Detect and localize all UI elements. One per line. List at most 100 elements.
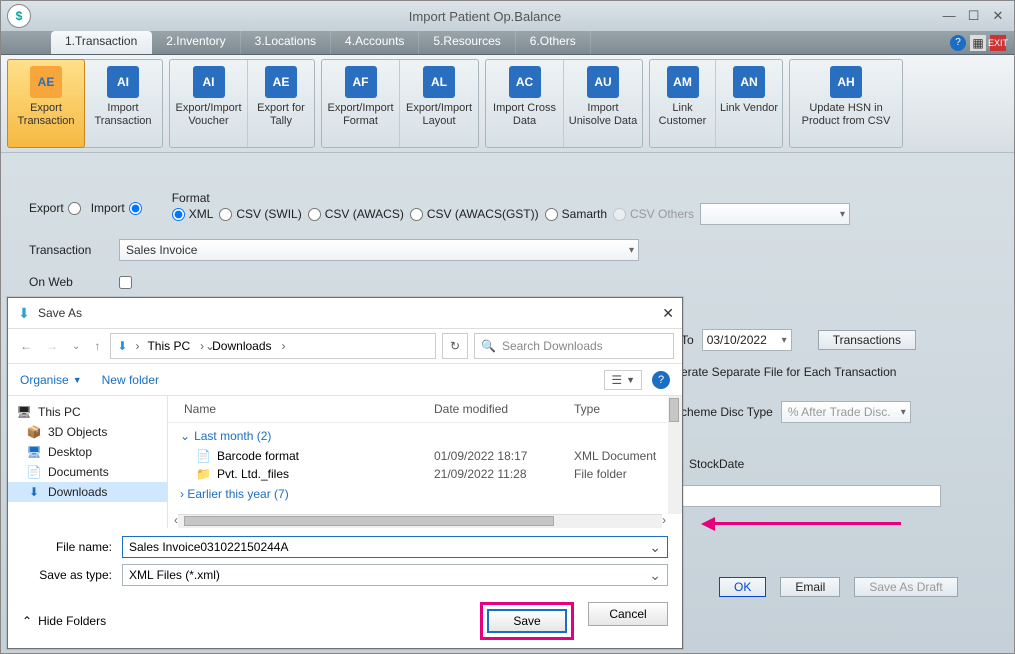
scheme-type-select[interactable]: % After Trade Disc. bbox=[781, 401, 911, 423]
format-samarth-radio[interactable]: Samarth bbox=[545, 207, 607, 221]
organise-menu[interactable]: Organise▼ bbox=[20, 373, 82, 387]
hide-folders-button[interactable]: ⌃Hide Folders bbox=[22, 614, 106, 628]
maximize-button[interactable]: ☐ bbox=[964, 8, 984, 24]
dialog-title: Save As bbox=[38, 306, 82, 320]
dialog-body: 🖥This PC 📦3D Objects 🖥Desktop 📄Documents… bbox=[8, 396, 682, 528]
savetype-select[interactable]: XML Files (*.xml) bbox=[122, 564, 668, 586]
breadcrumb-expand[interactable]: ⌄ bbox=[205, 339, 215, 353]
to-date-input[interactable]: 03/10/2022 bbox=[702, 329, 792, 351]
format-csv-awacs-radio[interactable]: CSV (AWACS) bbox=[308, 207, 404, 221]
link-vendor-button[interactable]: ANLink Vendor bbox=[716, 60, 782, 147]
onweb-checkbox[interactable] bbox=[119, 276, 132, 289]
ribbon-icon: AI bbox=[193, 66, 225, 98]
breadcrumb[interactable]: ⬇ › This PC Downloads ⌄ bbox=[110, 333, 436, 359]
list-item[interactable]: 📁Pvt. Ltd._files 21/09/2022 11:28 File f… bbox=[168, 465, 682, 483]
transaction-select[interactable]: Sales Invoice bbox=[119, 239, 639, 261]
save-as-dialog: ⬇ Save As ✕ ← → ⌄ ↑ ⬇ › This PC Download… bbox=[7, 297, 683, 649]
tree-3d-objects[interactable]: 📦3D Objects bbox=[8, 422, 167, 442]
update-hsn-button[interactable]: AHUpdate HSN in Product from CSV bbox=[790, 60, 902, 147]
view-options-button[interactable]: ☰ ▼ bbox=[604, 370, 642, 390]
tab-transaction[interactable]: 1.Transaction bbox=[51, 31, 152, 54]
format-csv-swil-radio[interactable]: CSV (SWIL) bbox=[219, 207, 301, 221]
v-scrollbar[interactable] bbox=[668, 396, 682, 514]
export-transaction-button[interactable]: AEExport Transaction bbox=[7, 59, 85, 148]
window-title: Import Patient Op.Balance bbox=[31, 9, 939, 24]
back-button[interactable]: ← bbox=[16, 335, 36, 357]
export-import-layout-button[interactable]: ALExport/Import Layout bbox=[400, 60, 478, 147]
import-radio[interactable]: Import bbox=[91, 201, 142, 215]
ribbon-group-1: AEExport Transaction AIImport Transactio… bbox=[7, 59, 163, 148]
ribbon-group-4: ACImport Cross Data AUImport Unisolve Da… bbox=[485, 59, 643, 148]
export-for-tally-button[interactable]: AEExport for Tally bbox=[248, 60, 314, 147]
col-type[interactable]: Type bbox=[574, 402, 682, 416]
recent-dropdown[interactable]: ⌄ bbox=[68, 337, 84, 356]
save-icon: ⬇ bbox=[16, 305, 32, 321]
ok-button[interactable]: OK bbox=[719, 577, 766, 597]
exit-icon[interactable]: EXIT bbox=[990, 35, 1006, 51]
tab-others[interactable]: 6.Others bbox=[516, 31, 591, 54]
desktop-icon: 🖥 bbox=[26, 445, 42, 459]
close-button[interactable]: ✕ bbox=[988, 8, 1008, 24]
refresh-button[interactable]: ↻ bbox=[442, 333, 468, 359]
email-button[interactable]: Email bbox=[780, 577, 840, 597]
dialog-fields: File name: Sales Invoice031022150244A Sa… bbox=[8, 528, 682, 596]
dialog-help-icon[interactable]: ? bbox=[652, 371, 670, 389]
export-import-voucher-button[interactable]: AIExport/Import Voucher bbox=[170, 60, 248, 147]
cancel-button[interactable]: Cancel bbox=[588, 602, 668, 626]
filename-input[interactable]: Sales Invoice031022150244A bbox=[122, 536, 668, 558]
download-icon: ⬇ bbox=[117, 339, 127, 353]
export-radio[interactable]: Export bbox=[29, 201, 81, 215]
link-customer-button[interactable]: AMLink Customer bbox=[650, 60, 716, 147]
csv-others-select[interactable] bbox=[700, 203, 850, 225]
tab-resources[interactable]: 5.Resources bbox=[419, 31, 515, 54]
import-cross-data-button[interactable]: ACImport Cross Data bbox=[486, 60, 564, 147]
forward-button[interactable]: → bbox=[42, 335, 62, 357]
export-import-format-button[interactable]: AFExport/Import Format bbox=[322, 60, 400, 147]
search-input[interactable]: 🔍 Search Downloads bbox=[474, 333, 674, 359]
group-earlier[interactable]: › Earlier this year (7) bbox=[168, 483, 682, 501]
tree-desktop[interactable]: 🖥Desktop bbox=[8, 442, 167, 462]
h-scrollbar[interactable] bbox=[178, 514, 662, 528]
filename-label: File name: bbox=[22, 540, 122, 554]
breadcrumb-pc[interactable]: This PC bbox=[147, 339, 204, 353]
ribbon-icon: AL bbox=[423, 66, 455, 98]
chevron-up-icon: ⌃ bbox=[22, 614, 32, 628]
tree-documents[interactable]: 📄Documents bbox=[8, 462, 167, 482]
ribbon-icon: AU bbox=[587, 66, 619, 98]
ribbon-icon: AH bbox=[830, 66, 862, 98]
new-folder-button[interactable]: New folder bbox=[102, 373, 159, 387]
tab-inventory[interactable]: 2.Inventory bbox=[152, 31, 240, 54]
save-draft-button[interactable]: Save As Draft bbox=[854, 577, 957, 597]
window-controls: — ☐ ✕ bbox=[939, 7, 1008, 25]
grid-icon[interactable]: ▦ bbox=[970, 35, 986, 51]
transactions-button[interactable]: Transactions bbox=[818, 330, 916, 350]
ribbon-group-3: AFExport/Import Format ALExport/Import L… bbox=[321, 59, 479, 148]
import-transaction-button[interactable]: AIImport Transaction bbox=[84, 60, 162, 147]
folder-icon: 📁 bbox=[196, 467, 211, 481]
import-unisolve-button[interactable]: AUImport Unisolve Data bbox=[564, 60, 642, 147]
scrollbar-thumb[interactable] bbox=[669, 398, 679, 422]
dialog-close-button[interactable]: ✕ bbox=[662, 305, 674, 322]
breadcrumb-downloads[interactable]: Downloads bbox=[212, 339, 285, 353]
tree-downloads[interactable]: ⬇Downloads bbox=[8, 482, 167, 502]
help-icon[interactable]: ? bbox=[950, 35, 966, 51]
col-date[interactable]: Date modified bbox=[434, 402, 574, 416]
file-icon: 📄 bbox=[196, 449, 211, 463]
col-name[interactable]: Name bbox=[184, 402, 434, 416]
minimize-button[interactable]: — bbox=[939, 8, 959, 23]
pc-icon: 🖥 bbox=[16, 405, 32, 419]
dialog-titlebar: ⬇ Save As ✕ bbox=[8, 298, 682, 328]
tree-this-pc[interactable]: 🖥This PC bbox=[8, 402, 167, 422]
scrollbar-thumb[interactable] bbox=[184, 516, 554, 526]
stock-input[interactable] bbox=[681, 485, 941, 507]
tab-accounts[interactable]: 4.Accounts bbox=[331, 31, 419, 54]
tab-locations[interactable]: 3.Locations bbox=[241, 31, 331, 54]
list-item[interactable]: 📄Barcode format 01/09/2022 18:17 XML Doc… bbox=[168, 447, 682, 465]
save-button[interactable]: Save bbox=[487, 609, 567, 633]
format-xml-radio[interactable]: XML bbox=[172, 207, 214, 221]
transaction-label: Transaction bbox=[29, 243, 109, 257]
format-csv-others-radio: CSV Others bbox=[613, 207, 694, 221]
format-csv-awacs-gst-radio[interactable]: CSV (AWACS(GST)) bbox=[410, 207, 539, 221]
up-button[interactable]: ↑ bbox=[90, 335, 104, 357]
group-last-month[interactable]: ⌄Last month (2) bbox=[168, 423, 682, 447]
